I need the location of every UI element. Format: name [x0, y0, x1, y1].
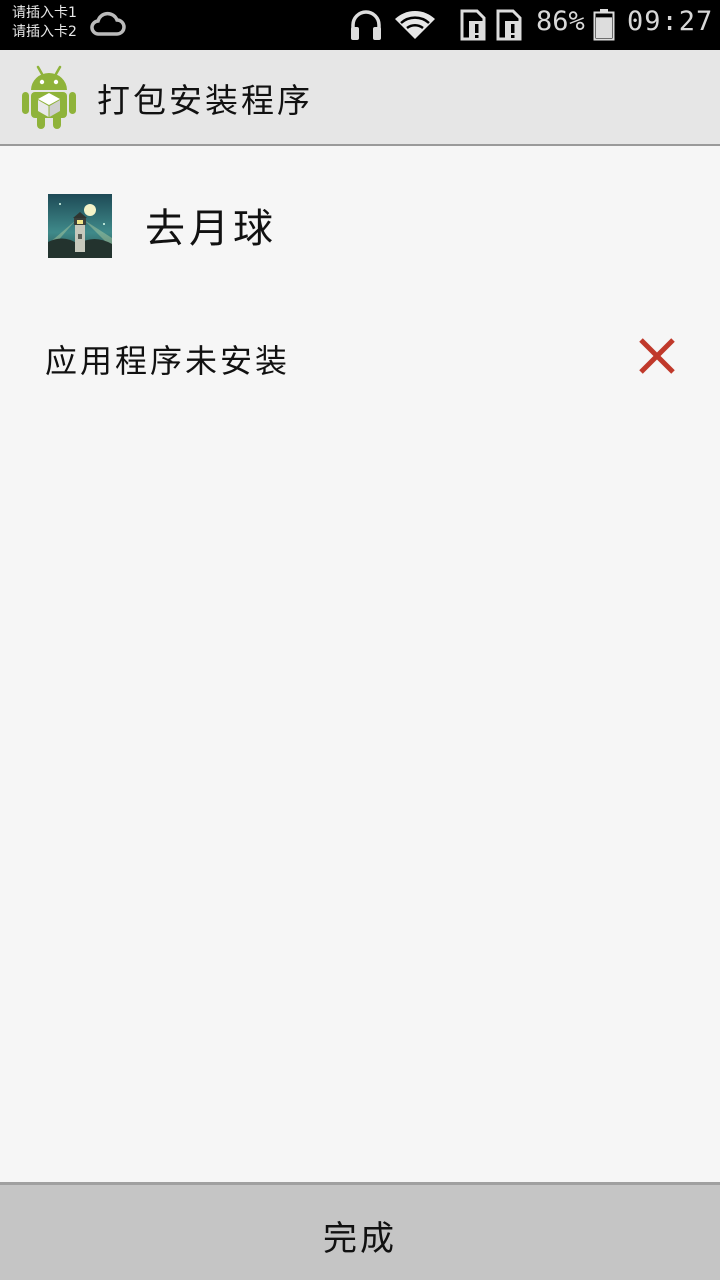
app-bar: 打包安装程序	[0, 50, 720, 146]
installer-screen: 请插入卡1 请插入卡2 86% 09:27 打包安装程序 去月球 应用程序未安装…	[0, 0, 720, 1280]
sim-status: 请插入卡1 请插入卡2	[12, 4, 77, 42]
app-name: 去月球	[145, 206, 277, 252]
status-bar: 请插入卡1 请插入卡2 86% 09:27	[0, 0, 720, 50]
sim2-status: 请插入卡2	[12, 24, 77, 40]
done-button[interactable]: 完成	[0, 1182, 720, 1280]
headset-icon	[351, 10, 381, 40]
battery-icon	[593, 9, 615, 41]
wifi-icon	[395, 10, 435, 39]
close-icon	[639, 338, 675, 374]
install-status-message: 应用程序未安装	[45, 342, 291, 380]
clock: 09:27	[627, 6, 714, 37]
sim-alert-icon	[460, 9, 486, 41]
cloud-icon	[90, 11, 126, 36]
to-the-moon-app-icon	[48, 194, 112, 258]
page-title: 打包安装程序	[97, 81, 313, 120]
done-button-label: 完成	[323, 1219, 397, 1259]
android-package-icon	[22, 65, 76, 129]
battery-percent: 86%	[536, 6, 585, 37]
sim-alert-icon	[496, 9, 522, 41]
sim1-status: 请插入卡1	[12, 5, 77, 21]
